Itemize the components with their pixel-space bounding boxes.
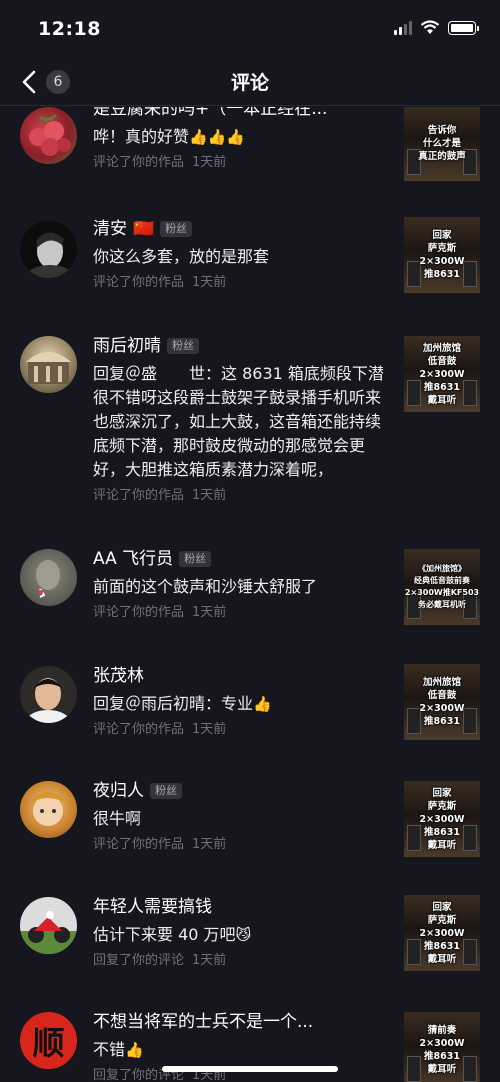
comment-author[interactable]: 是豆腐来的吗+（一本正经在...: [93, 107, 390, 121]
comment-author[interactable]: AA 飞行员 粉丝: [93, 547, 390, 571]
avatar[interactable]: [20, 107, 77, 164]
comment-meta: 评论了你的作品 1天前: [93, 488, 227, 503]
video-thumbnail[interactable]: 加州旅馆 低音鼓 2×300W 推8631 戴耳听: [404, 336, 480, 412]
thumbs-up-icon: 👍: [125, 1041, 144, 1059]
status-icons: [394, 20, 479, 35]
comment-meta: 评论了你的作品 1天前: [93, 155, 227, 170]
avatar[interactable]: [20, 897, 77, 954]
home-indicator[interactable]: [162, 1066, 338, 1072]
fan-badge: 粉丝: [179, 551, 212, 567]
comment-text: 很牛啊: [93, 809, 142, 828]
nav-bar: 6 评论: [0, 58, 500, 106]
video-thumbnail[interactable]: 《加州旅馆》 经典低音鼓前奏 2×300W推KF503 务必戴耳机听: [404, 549, 480, 625]
video-thumbnail[interactable]: 猜前奏 2×300W 推8631 戴耳听: [404, 1012, 480, 1082]
avatar[interactable]: [20, 781, 77, 838]
fan-badge: 粉丝: [160, 221, 193, 237]
avatar[interactable]: [20, 549, 77, 606]
comment-meta: 评论了你的作品 1天前: [93, 722, 227, 737]
comment-meta: 评论了你的作品 1天前: [93, 275, 227, 290]
comment-text: 回复＠盛 世：这 8631 箱底频段下潜很不错呀这段爵士鼓架子鼓录播手机听来也感…: [93, 364, 384, 479]
video-thumbnail[interactable]: 加州旅馆 低音鼓 2×300W 推8631: [404, 664, 480, 740]
comment-author[interactable]: 年轻人需要搞钱: [93, 895, 390, 919]
comment-author[interactable]: 张茂林: [93, 664, 390, 688]
thumbs-up-icon: 👍: [253, 695, 272, 713]
avatar[interactable]: [20, 336, 77, 393]
avatar[interactable]: 顺: [20, 1012, 77, 1069]
video-thumbnail[interactable]: 回家 萨克斯 2×300W 推8631 戴耳听: [404, 781, 480, 857]
video-thumbnail[interactable]: 回家 萨克斯 2×300W 推8631 戴耳听: [404, 895, 480, 971]
video-thumbnail[interactable]: 告诉你 什么才是 真正的鼓声: [404, 107, 480, 181]
cellular-signal-icon: [394, 20, 412, 35]
cat-face-icon: 😼: [235, 926, 252, 944]
comment-text: 哗！真的好赞👍👍👍: [93, 127, 246, 146]
comment-author[interactable]: 夜归人 粉丝: [93, 779, 390, 803]
comment-meta: 评论了你的作品 1天前: [93, 605, 227, 620]
comment-author[interactable]: 不想当将军的士兵不是一个...: [93, 1010, 390, 1034]
comment-text: 估计下来要 40 万吧😼: [93, 925, 252, 944]
fan-badge: 粉丝: [150, 783, 182, 799]
comment-list: 是豆腐来的吗+（一本正经在... 哗！真的好赞👍👍👍 评论了你的作品 1天前 告诉…: [0, 107, 500, 1082]
comment-meta: 回复了你的评论 1天前: [93, 953, 227, 968]
wifi-icon: [420, 20, 440, 34]
comment-meta: 评论了你的作品 1天前: [93, 837, 227, 852]
comment-text: 回复＠雨后初晴：专业👍: [93, 694, 272, 713]
comment-text: 不错👍: [93, 1040, 144, 1059]
comment-author[interactable]: 雨后初晴 粉丝: [93, 334, 390, 358]
page-title: 评论: [230, 72, 269, 94]
thumbs-up-icon: 👍👍👍: [189, 128, 246, 146]
comment-text: 你这么多套，放的是那套: [93, 247, 270, 266]
status-time: 12:18: [38, 18, 101, 40]
status-bar: 12:18: [0, 0, 500, 58]
comment-author[interactable]: 清安 🇨🇳 粉丝: [93, 217, 390, 241]
china-flag-icon: 🇨🇳: [133, 219, 155, 239]
fan-badge: 粉丝: [167, 338, 199, 354]
avatar-text: 顺: [32, 1023, 65, 1062]
avatar[interactable]: [20, 666, 77, 723]
avatar[interactable]: [20, 221, 77, 278]
battery-icon: [448, 20, 479, 35]
comment-text: 前面的这个鼓声和沙锤太舒服了: [93, 577, 318, 596]
video-thumbnail[interactable]: 回家 萨克斯 2×300W 推8631: [404, 217, 480, 293]
